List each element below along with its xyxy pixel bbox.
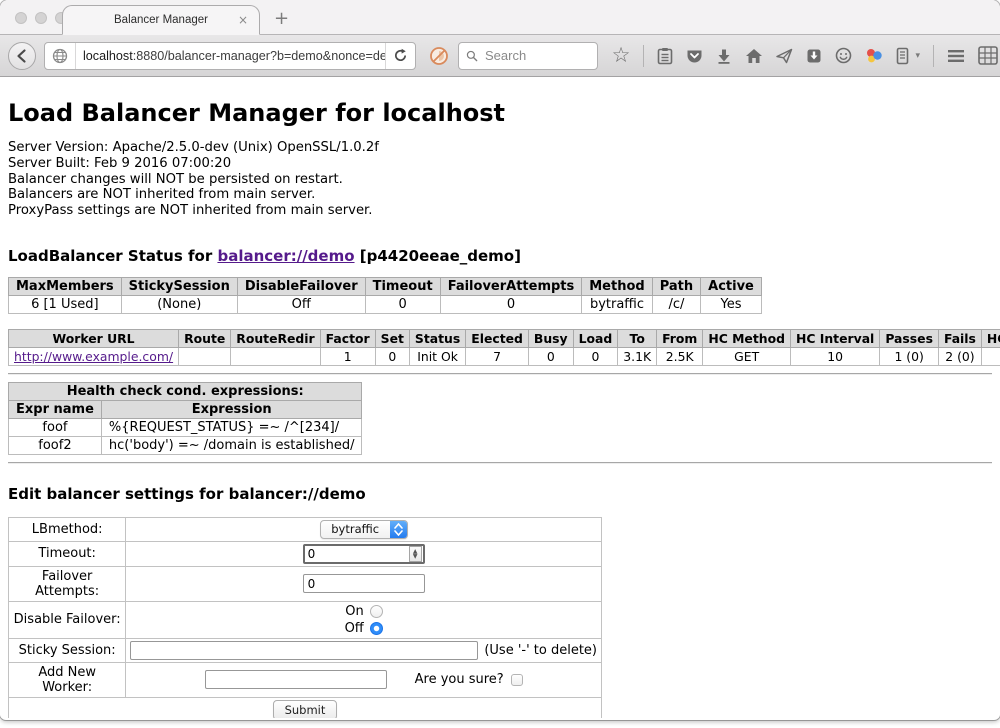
sidebar-grid-icon[interactable] <box>978 46 998 65</box>
url-bar[interactable]: localhost:8880/balancer-manager?b=demo&n… <box>44 42 416 70</box>
url-input[interactable]: localhost:8880/balancer-manager?b=demo&n… <box>76 49 385 63</box>
failover-on-radio[interactable] <box>370 605 383 618</box>
lbmethod-row: LBmethod: bytraffic <box>9 517 602 541</box>
worker-url-link[interactable]: http://www.example.com/ <box>14 349 173 364</box>
table-header-row: Expr name Expression <box>9 400 362 418</box>
worker-status-table: Worker URL Route RouteRedir Factor Set S… <box>8 329 1000 366</box>
toolbar-divider2 <box>933 45 934 67</box>
chat-smiley-icon[interactable] <box>835 47 852 64</box>
site-identity-globe-icon[interactable] <box>45 48 75 64</box>
submit-button[interactable]: Submit <box>273 700 338 718</box>
reload-icon[interactable] <box>386 48 415 63</box>
proxypass-notice-line: ProxyPass settings are NOT inherited fro… <box>8 203 992 219</box>
disable-failover-label: Disable Failover: <box>9 601 126 638</box>
balancer-settings-form: LBmethod: bytraffic Timeout: <box>8 517 602 718</box>
balancer-demo-link[interactable]: balancer://demo <box>217 247 354 265</box>
sticky-delete-hint: (Use '-' to delete) <box>484 643 597 658</box>
pocket-icon[interactable] <box>686 48 703 64</box>
table-row: http://www.example.com/ 1 0 Init Ok 7 0 … <box>9 347 1000 365</box>
tab-close-icon[interactable]: × <box>238 14 248 26</box>
download-icon[interactable] <box>716 48 732 64</box>
tab-title: Balancer Manager <box>114 14 208 26</box>
lbmethod-select[interactable]: bytraffic <box>320 520 408 539</box>
search-icon <box>466 49 478 63</box>
disable-failover-row: Disable Failover: On Off <box>9 601 602 638</box>
browser-window: Balancer Manager × + localhost:8880/bala… <box>0 0 1000 720</box>
send-icon[interactable] <box>776 48 793 64</box>
search-bar[interactable] <box>458 42 598 70</box>
add-worker-row: Add New Worker: Are you sure? <box>9 662 602 697</box>
table-header-row: Worker URL Route RouteRedir Factor Set S… <box>9 329 1000 347</box>
add-worker-input[interactable] <box>205 670 387 689</box>
new-tab-button[interactable]: + <box>274 11 289 27</box>
chevron-down-icon[interactable]: ▾ <box>915 51 920 61</box>
table-row: foof2 hc('body') =~ /domain is establish… <box>9 436 362 454</box>
on-label: On <box>345 604 363 619</box>
colored-dots-extension-icon[interactable] <box>865 47 883 64</box>
sticky-session-input[interactable] <box>130 641 478 660</box>
table-row: 6 [1 Used] (None) Off 0 0 bytraffic /c/ … <box>9 295 762 313</box>
timeout-label: Timeout: <box>9 541 126 566</box>
table-header-row: MaxMembers StickySession DisableFailover… <box>9 277 762 295</box>
health-check-table: Health check cond. expressions: Expr nam… <box>8 382 362 455</box>
minimize-window-button[interactable] <box>35 12 47 24</box>
tab-balancer-manager[interactable]: Balancer Manager × <box>62 5 260 35</box>
failover-off-radio[interactable] <box>370 622 383 635</box>
table-row: foof %{REQUEST_STATUS} =~ /^[234]/ <box>9 418 362 436</box>
page-content: Load Balancer Manager for localhost Serv… <box>0 77 1000 718</box>
content-blocked-icon[interactable] <box>429 46 449 66</box>
close-window-button[interactable] <box>15 12 27 24</box>
failover-attempts-input[interactable] <box>303 574 425 593</box>
loadbalancer-status-heading: LoadBalancer Status for balancer://demo … <box>8 247 992 265</box>
timeout-input[interactable]: ▲▼ <box>303 544 425 564</box>
save-to-device-icon[interactable] <box>806 48 822 64</box>
navigation-toolbar: localhost:8880/balancer-manager?b=demo&n… <box>0 35 1000 77</box>
timeout-row: Timeout: ▲▼ <box>9 541 602 566</box>
search-input[interactable] <box>483 47 590 64</box>
window-controls <box>15 12 67 24</box>
menu-hamburger-icon[interactable] <box>947 49 965 63</box>
back-button[interactable] <box>8 42 36 70</box>
page-title: Load Balancer Manager for localhost <box>8 99 992 127</box>
failover-attempts-row: Failover Attempts: <box>9 566 602 601</box>
number-stepper-icon[interactable]: ▲▼ <box>409 546 422 562</box>
bookmark-star-icon[interactable]: ☆ <box>612 46 631 65</box>
toolbar-icons: ☆ ▾ <box>612 45 992 67</box>
server-version-line: Server Version: Apache/2.5.0-dev (Unix) … <box>8 140 992 156</box>
sticky-session-row: Sticky Session: (Use '-' to delete) <box>9 638 602 662</box>
persist-notice-line: Balancer changes will NOT be persisted o… <box>8 172 992 188</box>
select-stepper-icon <box>390 520 407 539</box>
server-info: Server Version: Apache/2.5.0-dev (Unix) … <box>8 140 992 219</box>
are-you-sure-label: Are you sure? <box>415 672 504 687</box>
are-you-sure-checkbox[interactable] <box>511 674 523 686</box>
inherit-notice-line: Balancers are NOT inherited from main se… <box>8 187 992 203</box>
server-built-line: Server Built: Feb 9 2016 07:00:20 <box>8 156 992 172</box>
submit-row: Submit <box>9 697 602 718</box>
balancer-status-table: MaxMembers StickySession DisableFailover… <box>8 277 762 314</box>
table-title-row: Health check cond. expressions: <box>9 382 362 400</box>
section-divider2 <box>8 462 992 464</box>
add-worker-label: Add New Worker: <box>9 662 126 697</box>
edit-settings-heading: Edit balancer settings for balancer://de… <box>8 485 992 503</box>
home-icon[interactable] <box>745 48 763 64</box>
page-actions-icon[interactable] <box>896 47 909 65</box>
health-table-title: Health check cond. expressions: <box>9 382 362 400</box>
failover-attempts-label: Failover Attempts: <box>9 566 126 601</box>
sticky-session-label: Sticky Session: <box>9 638 126 662</box>
lbmethod-label: LBmethod: <box>9 517 126 541</box>
toolbar-divider <box>643 45 644 67</box>
tab-bar: Balancer Manager × + <box>0 0 1000 35</box>
reading-list-icon[interactable] <box>657 47 673 65</box>
back-arrow-icon <box>14 48 30 64</box>
section-divider <box>8 373 992 375</box>
off-label: Off <box>345 621 364 636</box>
